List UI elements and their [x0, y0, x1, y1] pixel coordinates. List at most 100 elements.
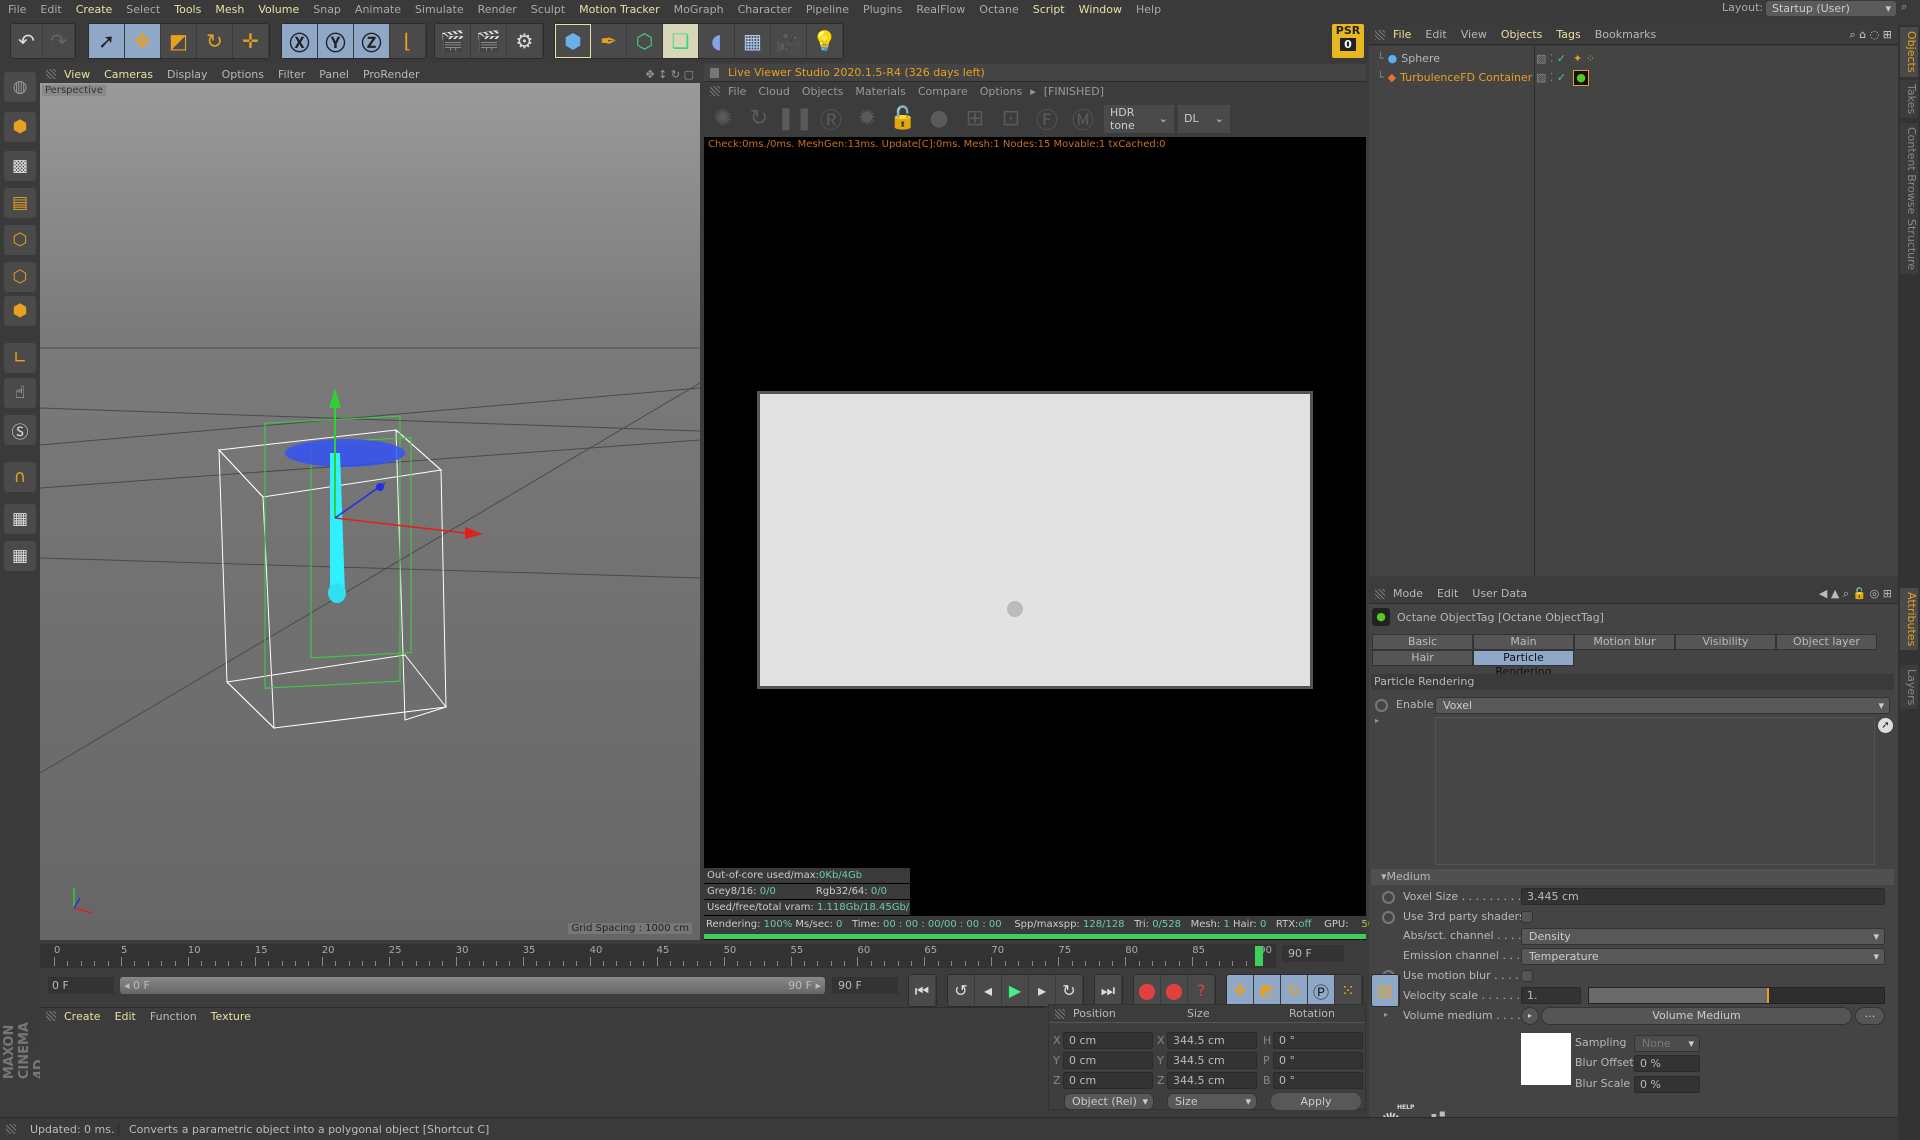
lv-menu-options[interactable]: Options [980, 85, 1022, 98]
visibility-toggles[interactable]: ▨ ⁚ ✓ [1536, 52, 1566, 65]
menu-edit[interactable]: Edit [40, 3, 61, 16]
pen-icon[interactable]: ✒ [591, 24, 627, 58]
deformer-icon[interactable]: ◖ [699, 24, 735, 58]
blur-offset-field[interactable]: 0 % [1634, 1055, 1700, 1072]
menu-render[interactable]: Render [478, 3, 517, 16]
lv-menu-cloud[interactable]: Cloud [758, 85, 789, 98]
key-parameter-icon[interactable]: Ⓟ [1308, 975, 1335, 1006]
viewport-menu-view[interactable]: View [64, 68, 90, 81]
coordinate-system-icon[interactable]: ⌊ [390, 24, 426, 58]
object-row-sphere[interactable]: └ ● Sphere ▨ ⁚ ✓ ✦ ⁘ [1369, 49, 1898, 68]
position-field[interactable]: 0 cm [1063, 1052, 1153, 1069]
volume-medium-more-button[interactable]: ... [1855, 1007, 1885, 1025]
side-tab-structure[interactable]: Structure [1900, 215, 1918, 275]
light-icon[interactable]: 💡 [807, 24, 843, 58]
position-field[interactable]: 0 cm [1063, 1032, 1153, 1049]
settings-gear-icon[interactable]: ✹ [852, 104, 882, 134]
go-to-start-icon[interactable]: ⏮ [909, 975, 936, 1006]
undo-icon[interactable]: ↶ [11, 24, 43, 58]
mm-menu-edit[interactable]: Edit [115, 1010, 136, 1023]
go-to-end-icon[interactable]: ⏭ [1095, 975, 1122, 1006]
side-tab-content-browser[interactable]: Content Browser [1900, 123, 1918, 223]
tweak-mode-icon[interactable]: ☝ [4, 378, 36, 408]
playhead[interactable] [1255, 946, 1264, 966]
menu-animate[interactable]: Animate [355, 3, 401, 16]
side-tab-takes[interactable]: Takes [1900, 80, 1918, 119]
emission-channel-dropdown[interactable]: Temperature [1521, 948, 1885, 965]
move-icon[interactable]: ✥ [125, 24, 161, 58]
om-menu-bookmarks[interactable]: Bookmarks [1595, 28, 1656, 41]
menu-pipeline[interactable]: Pipeline [806, 3, 849, 16]
size-field[interactable]: 344.5 cm [1167, 1032, 1257, 1049]
layout-dropdown[interactable]: Startup (User) ▾ [1766, 1, 1896, 16]
solo-mode-icon[interactable]: ▦ [4, 504, 36, 534]
material-picker-icon[interactable]: Ⓜ [1068, 104, 1098, 134]
psr-indicator[interactable]: PSR 0 [1332, 24, 1364, 58]
play-icon[interactable]: ▸ [1521, 1007, 1539, 1025]
rotation-field[interactable]: 0 ° [1273, 1032, 1363, 1049]
menu-tools[interactable]: Tools [174, 3, 201, 16]
velocity-scale-slider[interactable] [1588, 987, 1885, 1004]
emitter-tag-icon[interactable]: ✦ ⁘ [1573, 52, 1595, 65]
menu-select[interactable]: Select [126, 3, 160, 16]
volume-medium-button[interactable]: Volume Medium [1541, 1007, 1852, 1025]
mm-menu-texture[interactable]: Texture [211, 1010, 251, 1023]
subdivision-icon[interactable]: ⬡ [627, 24, 663, 58]
menu-plugins[interactable]: Plugins [863, 3, 902, 16]
object-row-turbulencefd[interactable]: └ ◆ TurbulenceFD Container ▨ ⁚ ✓ ● [1369, 68, 1898, 87]
magnet-icon[interactable]: ∩ [4, 462, 36, 492]
drag-handle[interactable] [46, 1011, 56, 1021]
restart-render-icon[interactable]: ↻ [744, 104, 774, 134]
render-output-image[interactable] [757, 391, 1313, 689]
am-menu-edit[interactable]: Edit [1437, 587, 1458, 600]
om-menu-view[interactable]: View [1461, 28, 1487, 41]
object-name[interactable]: Sphere [1401, 52, 1440, 65]
range-start-handle[interactable]: ◂ [120, 979, 133, 992]
timeline-ruler[interactable]: 0 5 10 15 20 25 30 35 40 45 50 55 60 65 70 75 80 85 90 [40, 944, 1276, 968]
viewport-menu-prorender[interactable]: ProRender [363, 68, 420, 81]
cube-icon[interactable]: ⬢ [555, 24, 591, 58]
rotation-field[interactable]: 0 ° [1273, 1052, 1363, 1069]
render-settings-icon[interactable]: ⚙ [507, 24, 543, 58]
tab-motion-blur[interactable]: Motion blur [1574, 634, 1675, 650]
blur-scale-field[interactable]: 0 % [1634, 1076, 1700, 1093]
lv-menu-objects[interactable]: Objects [802, 85, 844, 98]
workplane-icon[interactable]: ▤ [4, 188, 36, 218]
enable-keyframe[interactable] [1375, 699, 1388, 712]
tab-basic[interactable]: Basic [1372, 634, 1473, 650]
viewport-menu-panel[interactable]: Panel [319, 68, 349, 81]
floor-icon[interactable]: ▦ [735, 24, 771, 58]
key-pla-icon[interactable]: ⁙ [1335, 975, 1362, 1006]
lv-menu-file[interactable]: File [728, 85, 746, 98]
om-menu-edit[interactable]: Edit [1425, 28, 1446, 41]
apply-button[interactable]: Apply [1271, 1093, 1361, 1110]
expand-arrow-icon[interactable]: ▸ [1384, 1010, 1388, 1019]
transform-icon[interactable]: ✛ [233, 24, 269, 58]
medium-section-header[interactable]: ▾Medium [1371, 869, 1894, 885]
key-position-icon[interactable]: ✥ [1227, 975, 1254, 1006]
lv-menu-materials[interactable]: Materials [855, 85, 905, 98]
velocity-scale-field[interactable]: 1. [1521, 987, 1581, 1004]
zoom-in-icon[interactable]: ⊞ [960, 104, 990, 134]
om-menu-objects[interactable]: Objects [1501, 28, 1543, 41]
voxel-size-keyframe[interactable] [1382, 891, 1395, 904]
menu-create[interactable]: Create [76, 3, 113, 16]
3d-viewport[interactable]: Perspective Grid Spacing : 1000 cm [40, 83, 700, 940]
side-tab-objects[interactable]: Objects [1900, 27, 1918, 77]
motion-blur-checkbox[interactable] [1521, 970, 1533, 982]
rotate-icon[interactable]: ↻ [197, 24, 233, 58]
expand-arrow-icon[interactable]: ▸ [1375, 716, 1379, 725]
render-view-icon[interactable]: 🎬 [435, 24, 471, 58]
keyframe-selection-icon[interactable]: ? [1188, 975, 1215, 1006]
menu-mograph[interactable]: MoGraph [674, 3, 724, 16]
menu-help[interactable]: Help [1136, 3, 1161, 16]
timeline-window-icon[interactable]: ▥ [1372, 975, 1399, 1006]
third-party-keyframe[interactable] [1382, 911, 1395, 924]
snap-icon[interactable]: Ⓢ [4, 415, 36, 445]
material-area[interactable] [40, 1025, 1046, 1115]
material-ball-icon[interactable]: ● [924, 104, 954, 134]
menu-simulate[interactable]: Simulate [415, 3, 464, 16]
auto-key-icon[interactable]: ⬤ [1161, 975, 1188, 1006]
play-icon[interactable]: ▶ [1002, 975, 1029, 1006]
menu-realflow[interactable]: RealFlow [916, 3, 965, 16]
